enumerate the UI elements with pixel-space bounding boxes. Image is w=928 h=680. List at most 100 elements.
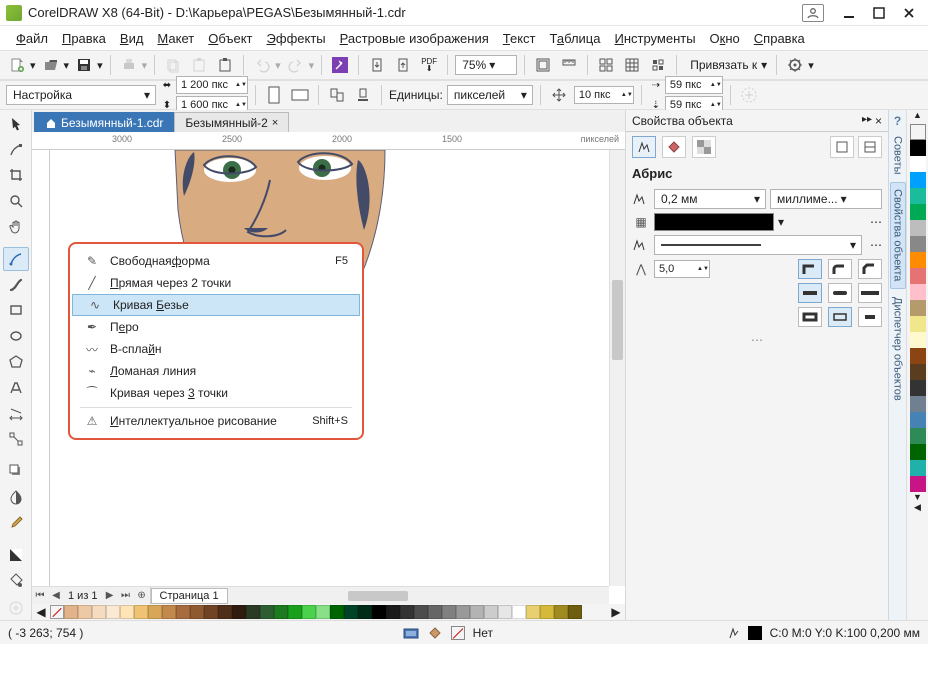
- outline-units-combo[interactable]: миллиме...▾: [770, 189, 882, 209]
- page-next[interactable]: ▶: [102, 588, 118, 604]
- palette-swatch[interactable]: [910, 236, 926, 252]
- doc-palette-swatch[interactable]: [316, 605, 330, 619]
- search-content-icon[interactable]: [329, 54, 351, 76]
- landscape-icon[interactable]: [289, 84, 311, 106]
- options-icon[interactable]: [784, 54, 806, 76]
- page-tab[interactable]: Страница 1: [151, 588, 228, 604]
- menu-layout[interactable]: Макет: [151, 29, 200, 48]
- menu-tools[interactable]: Инструменты: [608, 29, 701, 48]
- palette-swatch[interactable]: [910, 316, 926, 332]
- palette-swatch[interactable]: [910, 300, 926, 316]
- doc-palette-swatch[interactable]: [512, 605, 526, 619]
- flyout-item-bspline[interactable]: 〰B-сплайн: [70, 338, 362, 360]
- palette-down[interactable]: ▼: [913, 492, 922, 502]
- pick-tool[interactable]: [3, 112, 29, 136]
- palette-swatch[interactable]: [910, 396, 926, 412]
- doc-palette-swatch[interactable]: [246, 605, 260, 619]
- new-icon[interactable]: [6, 54, 28, 76]
- cap-square[interactable]: [858, 283, 882, 303]
- no-color-swatch[interactable]: [50, 605, 64, 619]
- doc-palette-swatch[interactable]: [372, 605, 386, 619]
- treat-as-filled-icon[interactable]: [738, 84, 760, 106]
- snap-grid-icon[interactable]: [647, 54, 669, 76]
- artistic-media-tool[interactable]: [3, 273, 29, 297]
- doc-palette-swatch[interactable]: [162, 605, 176, 619]
- doc-palette-swatch[interactable]: [442, 605, 456, 619]
- menu-text[interactable]: Текст: [497, 29, 542, 48]
- sidetab-object-manager[interactable]: Диспетчер объектов: [891, 291, 905, 407]
- doc-palette-swatch[interactable]: [456, 605, 470, 619]
- doc-palette-swatch[interactable]: [274, 605, 288, 619]
- doc-palette-swatch[interactable]: [470, 605, 484, 619]
- docker-close-icon[interactable]: ×: [875, 114, 882, 128]
- interactive-fill-tool[interactable]: [3, 543, 29, 567]
- corner-miter[interactable]: [798, 259, 822, 279]
- flyout-item-pen[interactable]: ✒Перо: [70, 316, 362, 338]
- page-last[interactable]: ⏭: [118, 588, 134, 604]
- doc-palette-swatch[interactable]: [106, 605, 120, 619]
- fullscreen-icon[interactable]: [532, 54, 554, 76]
- zoom-tool[interactable]: [3, 189, 29, 213]
- portrait-icon[interactable]: [263, 84, 285, 106]
- all-pages-icon[interactable]: [326, 84, 348, 106]
- doc-palette-swatch[interactable]: [260, 605, 274, 619]
- doc-palette-swatch[interactable]: [134, 605, 148, 619]
- show-rulers-icon[interactable]: [558, 54, 580, 76]
- doc-palette-swatch[interactable]: [386, 605, 400, 619]
- polygon-tool[interactable]: [3, 350, 29, 374]
- doc-palette-swatch[interactable]: [64, 605, 78, 619]
- doc-palette-swatch[interactable]: [330, 605, 344, 619]
- maximize-button[interactable]: [866, 3, 892, 23]
- menu-effects[interactable]: Эффекты: [261, 29, 332, 48]
- minimize-button[interactable]: [836, 3, 862, 23]
- position-outside[interactable]: [798, 307, 822, 327]
- vertical-scrollbar[interactable]: [609, 150, 625, 586]
- eyedropper-tool[interactable]: [3, 511, 29, 535]
- grid-icon[interactable]: [595, 54, 617, 76]
- close-button[interactable]: [896, 3, 922, 23]
- palette-swatch[interactable]: [910, 348, 926, 364]
- doc-palette-swatch[interactable]: [78, 605, 92, 619]
- palette-swatch[interactable]: [910, 476, 926, 492]
- doc-palette-swatch[interactable]: [498, 605, 512, 619]
- doc-palette-swatch[interactable]: [344, 605, 358, 619]
- transparency-tool[interactable]: [3, 485, 29, 509]
- save-icon[interactable]: [73, 54, 95, 76]
- page-first[interactable]: ⏮: [32, 588, 48, 604]
- zoom-combo[interactable]: 75%▾: [455, 55, 517, 75]
- vertical-ruler[interactable]: [32, 150, 50, 586]
- drop-shadow-tool[interactable]: [3, 459, 29, 483]
- sidetab-hints[interactable]: Советы: [891, 130, 905, 180]
- palette-swatch[interactable]: [910, 140, 926, 156]
- doc-palette-swatch[interactable]: [288, 605, 302, 619]
- palette-swatch[interactable]: [910, 460, 926, 476]
- pan-tool[interactable]: [3, 215, 29, 239]
- publish-pdf-icon[interactable]: PDF⬇: [418, 54, 440, 76]
- doc-palette-swatch[interactable]: [176, 605, 190, 619]
- menu-view[interactable]: Вид: [114, 29, 150, 48]
- units-combo[interactable]: пикселей▾: [447, 85, 533, 105]
- import-icon[interactable]: [366, 54, 388, 76]
- menu-help[interactable]: Справка: [748, 29, 811, 48]
- rectangle-tool[interactable]: [3, 299, 29, 323]
- menu-object[interactable]: Объект: [202, 29, 258, 48]
- shape-tool[interactable]: [3, 138, 29, 162]
- palette-swatch[interactable]: [910, 428, 926, 444]
- doc-palette-swatch[interactable]: [232, 605, 246, 619]
- corner-round[interactable]: [828, 259, 852, 279]
- smart-fill-tool[interactable]: [3, 568, 29, 592]
- export-icon[interactable]: [392, 54, 414, 76]
- palette-prev[interactable]: ◀: [32, 605, 50, 619]
- flyout-item-2point-line[interactable]: ╱Прямая через 2 точки: [70, 272, 362, 294]
- palette-swatch[interactable]: [910, 220, 926, 236]
- menu-edit[interactable]: Правка: [56, 29, 112, 48]
- flyout-item-bezier[interactable]: ∿Кривая Безье: [72, 294, 360, 316]
- doc-palette-swatch[interactable]: [568, 605, 582, 619]
- paste-icon[interactable]: [188, 54, 210, 76]
- position-center[interactable]: [828, 307, 852, 327]
- doc-palette-swatch[interactable]: [302, 605, 316, 619]
- palette-swatch[interactable]: [910, 156, 926, 172]
- doc-palette-swatch[interactable]: [554, 605, 568, 619]
- ellipse-tool[interactable]: [3, 324, 29, 348]
- preset-combo[interactable]: Настройка▾: [6, 85, 156, 105]
